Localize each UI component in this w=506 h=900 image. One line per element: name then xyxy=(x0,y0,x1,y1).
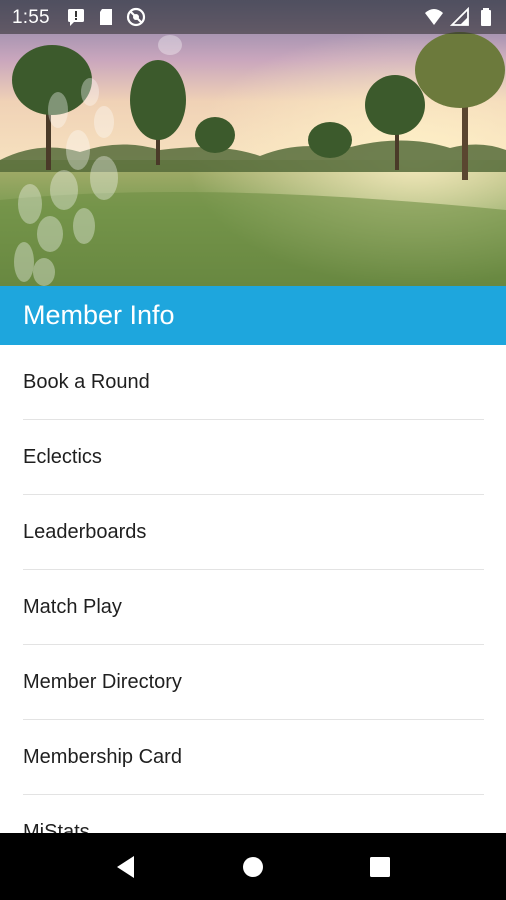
system-icons xyxy=(424,7,496,27)
menu-item-label: Membership Card xyxy=(23,746,182,768)
do-not-disturb-icon xyxy=(126,7,146,27)
menu-list: Book a Round Eclectics Leaderboards Matc… xyxy=(0,345,506,833)
home-icon[interactable] xyxy=(239,853,267,881)
menu-item-mistats[interactable]: MiStats xyxy=(0,795,506,833)
menu-item-label: Match Play xyxy=(23,596,122,618)
wifi-icon xyxy=(425,9,443,25)
back-icon[interactable] xyxy=(112,853,140,881)
cell-signal-icon xyxy=(450,7,469,26)
status-bar: 1:55 xyxy=(0,0,506,34)
message-alert-icon xyxy=(68,9,84,26)
battery-icon xyxy=(481,8,491,26)
section-header: Member Info xyxy=(0,286,506,345)
menu-item-label: Leaderboards xyxy=(23,521,147,543)
menu-item-member-directory[interactable]: Member Directory xyxy=(0,645,506,720)
menu-item-book-a-round[interactable]: Book a Round xyxy=(0,345,506,420)
page-title: Member Info xyxy=(23,300,175,330)
recents-icon[interactable] xyxy=(366,853,394,881)
navigation-bar xyxy=(0,833,506,900)
menu-item-match-play[interactable]: Match Play xyxy=(0,570,506,645)
menu-item-label: Eclectics xyxy=(23,446,102,468)
menu-item-eclectics[interactable]: Eclectics xyxy=(0,420,506,495)
menu-item-label: Member Directory xyxy=(23,671,182,693)
sd-card-icon xyxy=(100,9,112,25)
notification-icons xyxy=(66,7,146,27)
menu-item-membership-card[interactable]: Membership Card xyxy=(0,720,506,795)
menu-item-label: Book a Round xyxy=(23,371,150,393)
status-time: 1:55 xyxy=(12,7,50,28)
hero-image xyxy=(0,0,506,286)
menu-item-leaderboards[interactable]: Leaderboards xyxy=(0,495,506,570)
golf-course-illustration xyxy=(0,0,506,286)
menu-item-label: MiStats xyxy=(23,821,90,833)
